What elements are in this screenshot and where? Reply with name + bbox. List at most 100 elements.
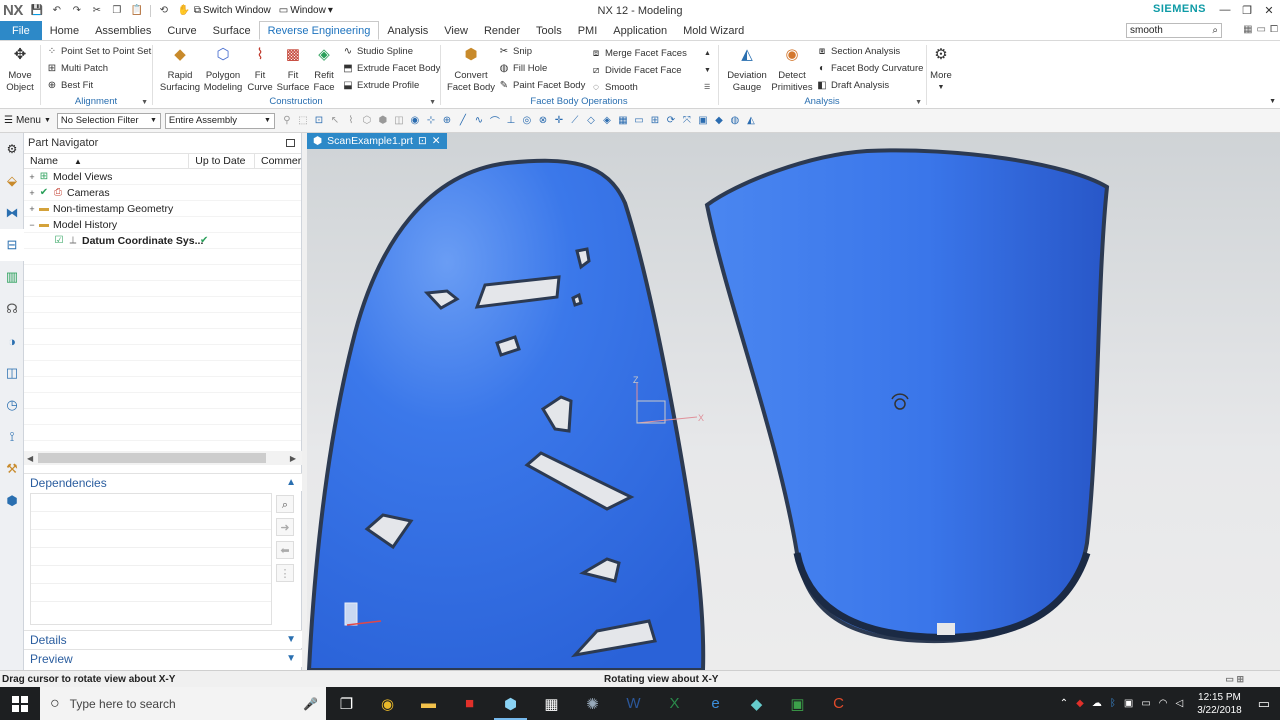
tab-pmi[interactable]: PMI bbox=[570, 21, 606, 40]
refit-face-button[interactable]: ◈ Refit Face bbox=[310, 43, 338, 94]
arrow-left-icon[interactable]: ⬅ bbox=[276, 541, 294, 559]
reuse-library-icon[interactable]: ▥ bbox=[0, 261, 24, 293]
tree-row-datum-coordinate-system[interactable]: ☑ ⟂ Datum Coordinate Sys... ✔ bbox=[24, 233, 301, 249]
snap-midpoint-icon[interactable]: ⊕ bbox=[440, 114, 454, 128]
rotate-icon[interactable]: ⟳ bbox=[664, 114, 678, 128]
camtasia-icon[interactable]: C bbox=[818, 687, 859, 720]
polygon-modeling-button[interactable]: ⬡ Polygon Modeling bbox=[203, 43, 243, 94]
chevron-down-icon[interactable]: ▼ bbox=[915, 99, 922, 106]
tab-home[interactable]: Home bbox=[42, 21, 87, 40]
tab-render[interactable]: Render bbox=[476, 21, 528, 40]
select-all-icon[interactable]: ⬚ bbox=[296, 114, 310, 128]
snap-point-icon[interactable]: ✛ bbox=[552, 114, 566, 128]
cut-icon[interactable]: ✂ bbox=[89, 3, 105, 19]
ribbon-minimize-icon[interactable]: ⧠ bbox=[1270, 24, 1278, 35]
deviation-gauge-button[interactable]: ◭ Deviation Gauge bbox=[724, 43, 770, 94]
redo-icon[interactable]: ↷ bbox=[69, 3, 85, 19]
extrude-facet-body-button[interactable]: ⬒ Extrude Facet Body bbox=[342, 60, 440, 76]
snap-center-icon[interactable]: ◎ bbox=[520, 114, 534, 128]
best-fit-button[interactable]: ⊕ Best Fit bbox=[46, 77, 93, 93]
gallery-scroll-down-icon[interactable]: ▼ bbox=[704, 62, 711, 78]
column-name[interactable]: Name ▲ bbox=[24, 154, 190, 168]
preview-section-header[interactable]: Preview ▼ bbox=[24, 649, 302, 667]
process-studio-icon[interactable]: ⟟ bbox=[0, 421, 24, 453]
gallery-scroll-up-icon[interactable]: ▲ bbox=[704, 45, 711, 61]
render-style-icon[interactable]: ◆ bbox=[712, 114, 726, 128]
taskbar-clock[interactable]: 12:15 PM 3/22/2018 bbox=[1197, 691, 1242, 717]
history-icon[interactable]: ◷ bbox=[0, 389, 24, 421]
tab-mold-wizard[interactable]: Mold Wizard bbox=[675, 21, 752, 40]
command-search-input[interactable]: smooth bbox=[1130, 25, 1163, 36]
rapid-surfacing-button[interactable]: ◆ Rapid Surfacing bbox=[158, 43, 202, 94]
save-icon[interactable]: 💾 bbox=[29, 3, 45, 19]
snap-curve-icon[interactable]: ∿ bbox=[472, 114, 486, 128]
snap-surface-icon[interactable]: ◇ bbox=[584, 114, 598, 128]
merge-facet-faces-button[interactable]: ⧈ Merge Facet Faces bbox=[590, 45, 687, 61]
zoom-icon[interactable]: ⊞ bbox=[648, 114, 662, 128]
section-view-icon[interactable]: ◭ bbox=[744, 114, 758, 128]
draft-analysis-button[interactable]: ◧ Draft Analysis bbox=[816, 77, 889, 93]
project-app-icon[interactable]: ▣ bbox=[777, 687, 818, 720]
excel-icon[interactable]: X bbox=[654, 687, 695, 720]
notes-app-icon[interactable]: ◆ bbox=[736, 687, 777, 720]
fit-curve-button[interactable]: ⌇ Fit Curve bbox=[244, 43, 276, 94]
tree-row-model-history[interactable]: − ▬ Model History bbox=[24, 217, 301, 233]
snap-bounded-icon[interactable]: ◈ bbox=[600, 114, 614, 128]
deselect-icon[interactable]: ⊡ bbox=[312, 114, 326, 128]
type-filter-dropdown[interactable]: No Selection Filter ▼ bbox=[56, 112, 161, 129]
magnifier-icon[interactable]: ⌕ bbox=[276, 495, 294, 513]
close-tab-icon[interactable]: ✕ bbox=[432, 135, 441, 147]
part-navigator-icon[interactable]: ⊟ bbox=[0, 229, 24, 261]
restore-icon[interactable]: ❐ bbox=[1236, 0, 1258, 20]
word-icon[interactable]: W bbox=[613, 687, 654, 720]
filter-icon[interactable]: ⚲ bbox=[280, 114, 294, 128]
undo-icon[interactable]: ↶ bbox=[49, 3, 65, 19]
wifi-icon[interactable]: ◠ bbox=[1159, 698, 1168, 709]
snap-quadrant-icon[interactable]: ⊗ bbox=[536, 114, 550, 128]
start-button[interactable] bbox=[0, 687, 40, 720]
details-section-header[interactable]: Details ▼ bbox=[24, 630, 302, 648]
scroll-left-icon[interactable]: ◀ bbox=[27, 454, 33, 463]
task-view-icon[interactable]: ❐ bbox=[326, 687, 367, 720]
studio-spline-button[interactable]: ∿ Studio Spline bbox=[342, 43, 413, 59]
network-app-icon[interactable]: ✺ bbox=[572, 687, 613, 720]
help-icon[interactable]: ▦ bbox=[1243, 24, 1252, 35]
snap-perpendicular-icon[interactable]: ⊥ bbox=[504, 114, 518, 128]
repeat-command-icon[interactable]: ⟲ bbox=[156, 3, 172, 19]
tab-view[interactable]: View bbox=[436, 21, 476, 40]
calculator-icon[interactable]: ▦ bbox=[531, 687, 572, 720]
acrobat-icon[interactable]: ■ bbox=[449, 687, 490, 720]
snap-on-curve-icon[interactable]: ⟋ bbox=[568, 114, 582, 128]
visibility-icon[interactable]: ◍ bbox=[728, 114, 742, 128]
arrow-select-icon[interactable]: ↖ bbox=[328, 114, 342, 128]
tree-row-cameras[interactable]: + ✔ ⎙ Cameras bbox=[24, 185, 301, 201]
column-comment[interactable]: Commer bbox=[255, 154, 301, 168]
right-facet-body[interactable] bbox=[704, 148, 1110, 644]
edge-icon[interactable]: e bbox=[695, 687, 736, 720]
roles-icon[interactable]: ⬢ bbox=[0, 485, 24, 517]
snip-button[interactable]: ✂ Snip bbox=[498, 43, 532, 59]
file-tab-scanexample[interactable]: ⬢ ScanExample1.prt ⊡ ✕ bbox=[307, 133, 447, 149]
command-search[interactable]: smooth ⌕ bbox=[1126, 23, 1222, 38]
tree-row-model-views[interactable]: + ⊞ Model Views bbox=[24, 169, 301, 185]
convert-facet-body-button[interactable]: ⬢ Convert Facet Body bbox=[446, 43, 496, 94]
left-facet-body[interactable] bbox=[307, 158, 706, 670]
chevron-down-icon[interactable]: ▼ bbox=[429, 99, 436, 106]
touch-mode-icon[interactable]: ✋ bbox=[176, 3, 192, 19]
fit-surface-button[interactable]: ▩ Fit Surface bbox=[276, 43, 310, 94]
tab-file[interactable]: File bbox=[0, 21, 42, 40]
paste-icon[interactable]: 📋 bbox=[129, 3, 145, 19]
maximize-icon[interactable] bbox=[286, 139, 295, 147]
features-icon[interactable]: ◫ bbox=[392, 114, 406, 128]
ribbon-options-icon[interactable]: ▭ bbox=[1257, 24, 1266, 35]
menu-button[interactable]: ☰ Menu ▼ bbox=[4, 115, 51, 126]
switch-window-button[interactable]: ⧉ Switch Window bbox=[194, 5, 271, 16]
notifications-icon[interactable]: ▭ bbox=[1258, 696, 1270, 712]
manufacturing-wizards-icon[interactable]: ⚒ bbox=[0, 453, 24, 485]
full-screen-icon[interactable]: ⊞ bbox=[1236, 674, 1244, 684]
web-browser-icon[interactable]: ◑ bbox=[0, 325, 24, 357]
dependency-tree-icon[interactable]: ⋮ bbox=[276, 564, 294, 582]
battery-icon[interactable]: ▭ bbox=[1141, 698, 1150, 709]
gear-icon[interactable]: ⚙ bbox=[0, 133, 24, 165]
tab-reverse-engineering[interactable]: Reverse Engineering bbox=[258, 21, 380, 40]
